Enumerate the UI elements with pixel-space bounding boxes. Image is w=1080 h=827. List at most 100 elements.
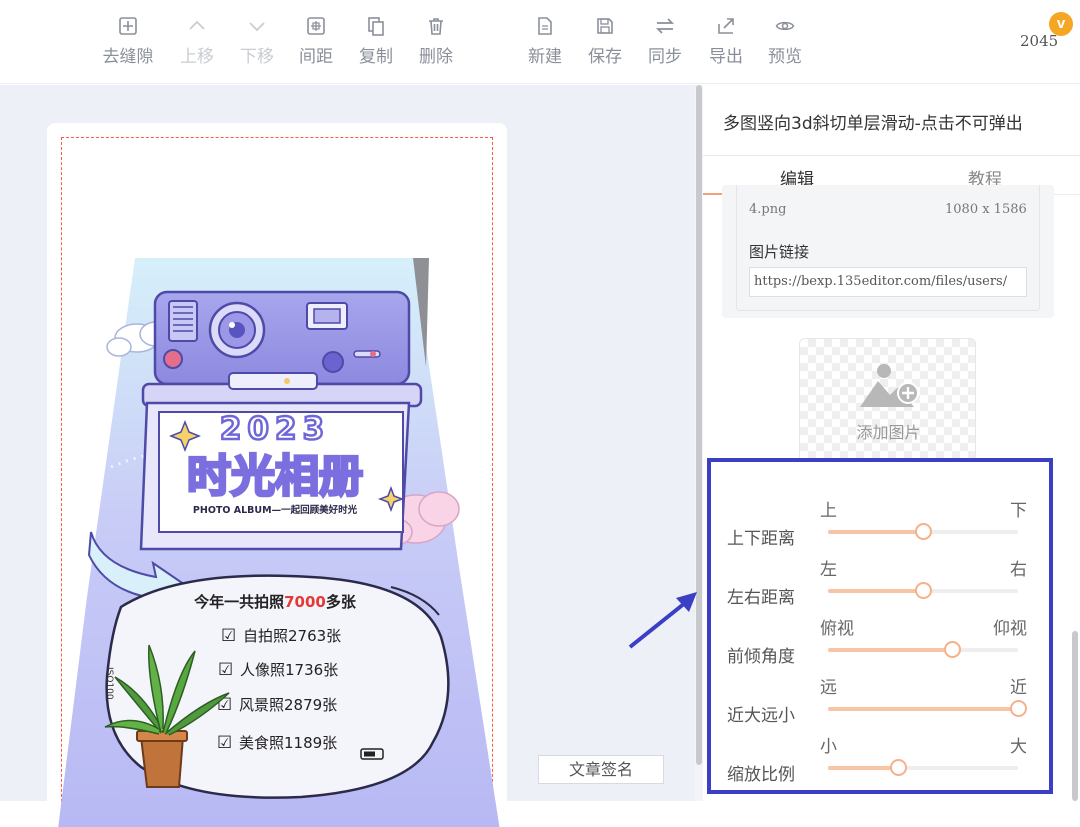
slider-max-label: 右: [1010, 560, 1027, 580]
eye-icon: [775, 21, 795, 31]
poster-preview[interactable]: 2023 时光相册 PHOTO ALBUM—一起回顾美好时光 今年一共拍照700…: [58, 137, 500, 827]
slider-thumb[interactable]: [915, 582, 932, 599]
slider-track[interactable]: [828, 759, 1018, 776]
copy-label: 复制: [359, 47, 393, 67]
poster-title: 时光相册: [187, 451, 363, 502]
image-link-label: 图片链接: [749, 243, 810, 261]
slider-label: 缩放比例: [727, 765, 795, 785]
image-filename: 4.png: [749, 202, 787, 217]
slider-thumb[interactable]: [943, 641, 961, 658]
slider-min-label: 左: [820, 560, 837, 580]
add-image-button[interactable]: 添加图片: [799, 338, 976, 462]
slider-fill: [828, 648, 952, 652]
delete-label: 删除: [419, 47, 453, 67]
selected-block-outline[interactable]: 2023 时光相册 PHOTO ALBUM—一起回顾美好时光 今年一共拍照700…: [58, 137, 500, 827]
preview-label: 预览: [768, 47, 802, 67]
slider-perspective: 近大远小 远 近: [711, 673, 1057, 731]
slider-track[interactable]: [828, 641, 1018, 658]
stat-checkbox-icon: ☑: [218, 660, 233, 680]
editor-workspace: 2023 时光相册 PHOTO ALBUM—一起回顾美好时光 今年一共拍照700…: [0, 85, 703, 827]
slider-fill: [828, 707, 1018, 711]
stat-item: 自拍照2763张: [243, 627, 341, 645]
export-icon: [718, 18, 734, 34]
slider-fill: [828, 766, 899, 770]
stat-checkbox-icon: ☑: [221, 626, 236, 646]
workspace-scrollbar-thumb[interactable]: [696, 85, 702, 765]
copy-icon: [368, 17, 384, 36]
move-up-label: 上移: [180, 47, 214, 67]
slider-label: 左右距离: [727, 588, 795, 608]
spacing-icon: [307, 17, 325, 35]
slider-vertical-distance: 上下距离 上 下: [711, 496, 1057, 554]
slider-horizontal-distance: 左右距离 左 右: [711, 555, 1057, 613]
remove-gap-button[interactable]: 去缝隙: [98, 16, 158, 67]
slider-min-label: 远: [820, 678, 837, 698]
export-button[interactable]: 导出: [696, 16, 756, 67]
properties-panel: 多图竖向3d斜切单层滑动-点击不可弹出 编辑 教程 4.png 1080 x 1…: [703, 85, 1080, 801]
panel-divider: [703, 155, 1080, 156]
slider-label: 前倾角度: [727, 647, 795, 667]
poster-year: 2023: [220, 411, 330, 447]
delete-button[interactable]: 删除: [406, 16, 466, 67]
new-file-icon: [538, 17, 552, 35]
slider-track[interactable]: [828, 582, 1018, 599]
sync-label: 同步: [648, 47, 682, 67]
save-icon: [597, 18, 613, 34]
save-button[interactable]: 保存: [575, 16, 635, 67]
slider-thumb[interactable]: [890, 759, 908, 776]
top-toolbar: 去缝隙 上移 下移 间距 复制 删除 新建 保存 同步 导出 预览 2045 v: [0, 0, 1080, 84]
move-up-button[interactable]: 上移: [167, 16, 227, 67]
export-label: 导出: [709, 47, 743, 67]
new-button[interactable]: 新建: [515, 16, 575, 67]
slider-thumb[interactable]: [915, 523, 932, 540]
poster-subtitle: PHOTO ALBUM—一起回顾美好时光: [193, 504, 358, 516]
preview-button[interactable]: 预览: [755, 16, 815, 67]
add-image-icon: [860, 364, 919, 407]
slider-label: 近大远小: [727, 706, 795, 726]
slider-track[interactable]: [828, 700, 1027, 717]
slider-min-label: 小: [820, 737, 837, 757]
plus-square-icon: [119, 17, 137, 35]
slider-max-label: 仰视: [993, 619, 1027, 639]
stat-item: 人像照1736张: [240, 661, 338, 679]
slider-fill: [828, 530, 923, 534]
image-dimensions: 1080 x 1586: [945, 202, 1027, 217]
move-down-button[interactable]: 下移: [227, 16, 287, 67]
spacing-label: 间距: [299, 47, 333, 67]
save-label: 保存: [588, 47, 622, 67]
stats-headline: 今年一共拍照7000多张: [193, 593, 357, 611]
canvas-card: 2023 时光相册 PHOTO ALBUM—一起回顾美好时光 今年一共拍照700…: [47, 123, 507, 827]
slider-scale: 缩放比例 小 大: [711, 732, 1057, 790]
slider-min-label: 俯视: [820, 619, 854, 639]
panel-scrollbar-thumb[interactable]: [1072, 631, 1078, 801]
sliders-highlight-box: 上下距离 上 下 左右距离 左 右 前倾角度 俯视 仰视 近大远小 远 近 缩放…: [707, 458, 1053, 794]
slider-max-label: 大: [1010, 737, 1027, 757]
slider-min-label: 上: [820, 501, 837, 521]
iso-label: ISO100: [104, 667, 114, 700]
add-image-label: 添加图片: [856, 423, 921, 442]
slider-tilt-angle: 前倾角度 俯视 仰视: [711, 614, 1057, 672]
vip-badge-icon[interactable]: v: [1049, 12, 1073, 36]
copy-button[interactable]: 复制: [346, 16, 406, 67]
article-signature-button[interactable]: 文章签名: [538, 755, 664, 784]
stat-checkbox-icon: ☑: [217, 733, 232, 753]
slider-max-label: 近: [1010, 678, 1027, 698]
spacing-button[interactable]: 间距: [286, 16, 346, 67]
sync-icon: [655, 18, 675, 34]
new-label: 新建: [528, 47, 562, 67]
word-counter: 2045: [1020, 32, 1059, 50]
slider-track[interactable]: [828, 523, 1018, 540]
slider-fill: [828, 589, 923, 593]
remove-gap-label: 去缝隙: [102, 47, 154, 67]
move-down-label: 下移: [240, 47, 274, 67]
slider-label: 上下距离: [727, 529, 795, 549]
sync-button[interactable]: 同步: [635, 16, 695, 67]
image-link-input[interactable]: https://bexp.135editor.com/files/users/: [749, 267, 1027, 297]
slider-thumb[interactable]: [1010, 700, 1027, 717]
chevron-down-icon: [249, 22, 265, 32]
stat-item: 美食照1189张: [239, 734, 337, 752]
slider-max-label: 下: [1010, 501, 1027, 521]
trash-icon: [429, 18, 443, 35]
chevron-up-icon: [189, 20, 205, 30]
stat-item: 风景照2879张: [239, 696, 337, 714]
